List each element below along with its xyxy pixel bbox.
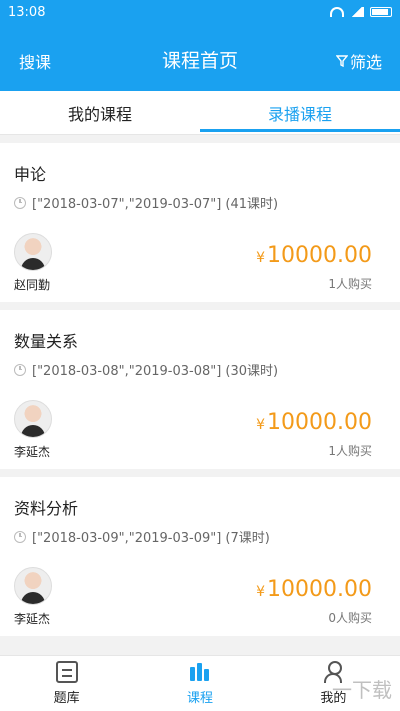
- course-meta: ["2018-03-08","2019-03-08"] (30课时): [14, 360, 278, 379]
- nav-label: 题库: [53, 691, 80, 706]
- clock-icon: [14, 196, 26, 209]
- currency-symbol: ¥: [256, 417, 266, 433]
- currency-symbol: ¥: [256, 584, 266, 600]
- teacher-name: 赵同勤: [14, 278, 51, 292]
- course-card[interactable]: 数量关系 ["2018-03-08","2019-03-08"] (30课时) …: [0, 310, 400, 469]
- currency-symbol: ¥: [256, 250, 266, 266]
- buyer-count: 1人购买: [328, 444, 372, 458]
- course-icon: [189, 661, 211, 683]
- course-dates: ["2018-03-09","2019-03-09"] (7课时): [32, 531, 270, 546]
- nav-label: 课程: [186, 691, 213, 706]
- avatar: [14, 233, 52, 271]
- teacher-name: 李延杰: [14, 445, 51, 459]
- course-meta: ["2018-03-09","2019-03-09"] (7课时): [14, 527, 270, 546]
- avatar: [14, 567, 52, 605]
- course-card[interactable]: 申论 ["2018-03-07","2019-03-07"] (41课时) 赵同…: [0, 143, 400, 302]
- avatar: [14, 400, 52, 438]
- course-price: ¥10000.00: [256, 410, 372, 435]
- app-header: 搜课 课程首页 筛选: [0, 24, 400, 91]
- status-time: 13:08: [8, 4, 46, 20]
- nav-item-question-bank[interactable]: 题库: [0, 656, 133, 711]
- watermark: 一下载: [332, 678, 392, 702]
- price-value: 10000.00: [267, 410, 372, 435]
- course-title: 申论: [14, 165, 47, 184]
- filter-icon: [335, 55, 348, 67]
- battery-icon: [370, 7, 392, 17]
- tab-label: 我的课程: [67, 104, 132, 124]
- course-card[interactable]: 资料分析 ["2018-03-09","2019-03-09"] (7课时) 李…: [0, 477, 400, 636]
- course-price: ¥10000.00: [256, 577, 372, 602]
- buyer-count: 0人购买: [328, 611, 372, 625]
- course-title: 资料分析: [14, 499, 79, 518]
- price-value: 10000.00: [267, 577, 372, 602]
- quiz-icon: [55, 661, 78, 683]
- clock-icon: [14, 530, 26, 543]
- buyer-count: 1人购买: [328, 277, 372, 291]
- tab-label: 录播课程: [267, 104, 332, 124]
- course-icon-bar: [203, 669, 209, 681]
- teacher-name: 李延杰: [14, 612, 51, 626]
- status-bar: 13:08: [0, 0, 400, 24]
- filter-button[interactable]: 筛选: [335, 49, 382, 73]
- course-icon-bar: [189, 667, 195, 681]
- course-dates: ["2018-03-08","2019-03-08"] (30课时): [32, 364, 279, 379]
- course-dates: ["2018-03-07","2019-03-07"] (41课时): [32, 197, 279, 212]
- price-value: 10000.00: [267, 243, 372, 268]
- wifi-icon: [330, 7, 344, 17]
- nav-item-courses[interactable]: 课程: [133, 656, 266, 711]
- clock-icon: [14, 363, 26, 376]
- status-icons: [330, 7, 392, 17]
- course-icon-bar: [196, 663, 202, 681]
- tab-recorded-courses[interactable]: 录播课程: [200, 91, 400, 134]
- course-price: ¥10000.00: [256, 243, 372, 268]
- course-meta: ["2018-03-07","2019-03-07"] (41课时): [14, 193, 278, 212]
- filter-label: 筛选: [349, 53, 382, 72]
- course-title: 数量关系: [14, 332, 79, 351]
- course-tabs: 我的课程 录播课程: [0, 91, 400, 135]
- tab-my-courses[interactable]: 我的课程: [0, 91, 200, 134]
- signal-icon: [350, 7, 364, 17]
